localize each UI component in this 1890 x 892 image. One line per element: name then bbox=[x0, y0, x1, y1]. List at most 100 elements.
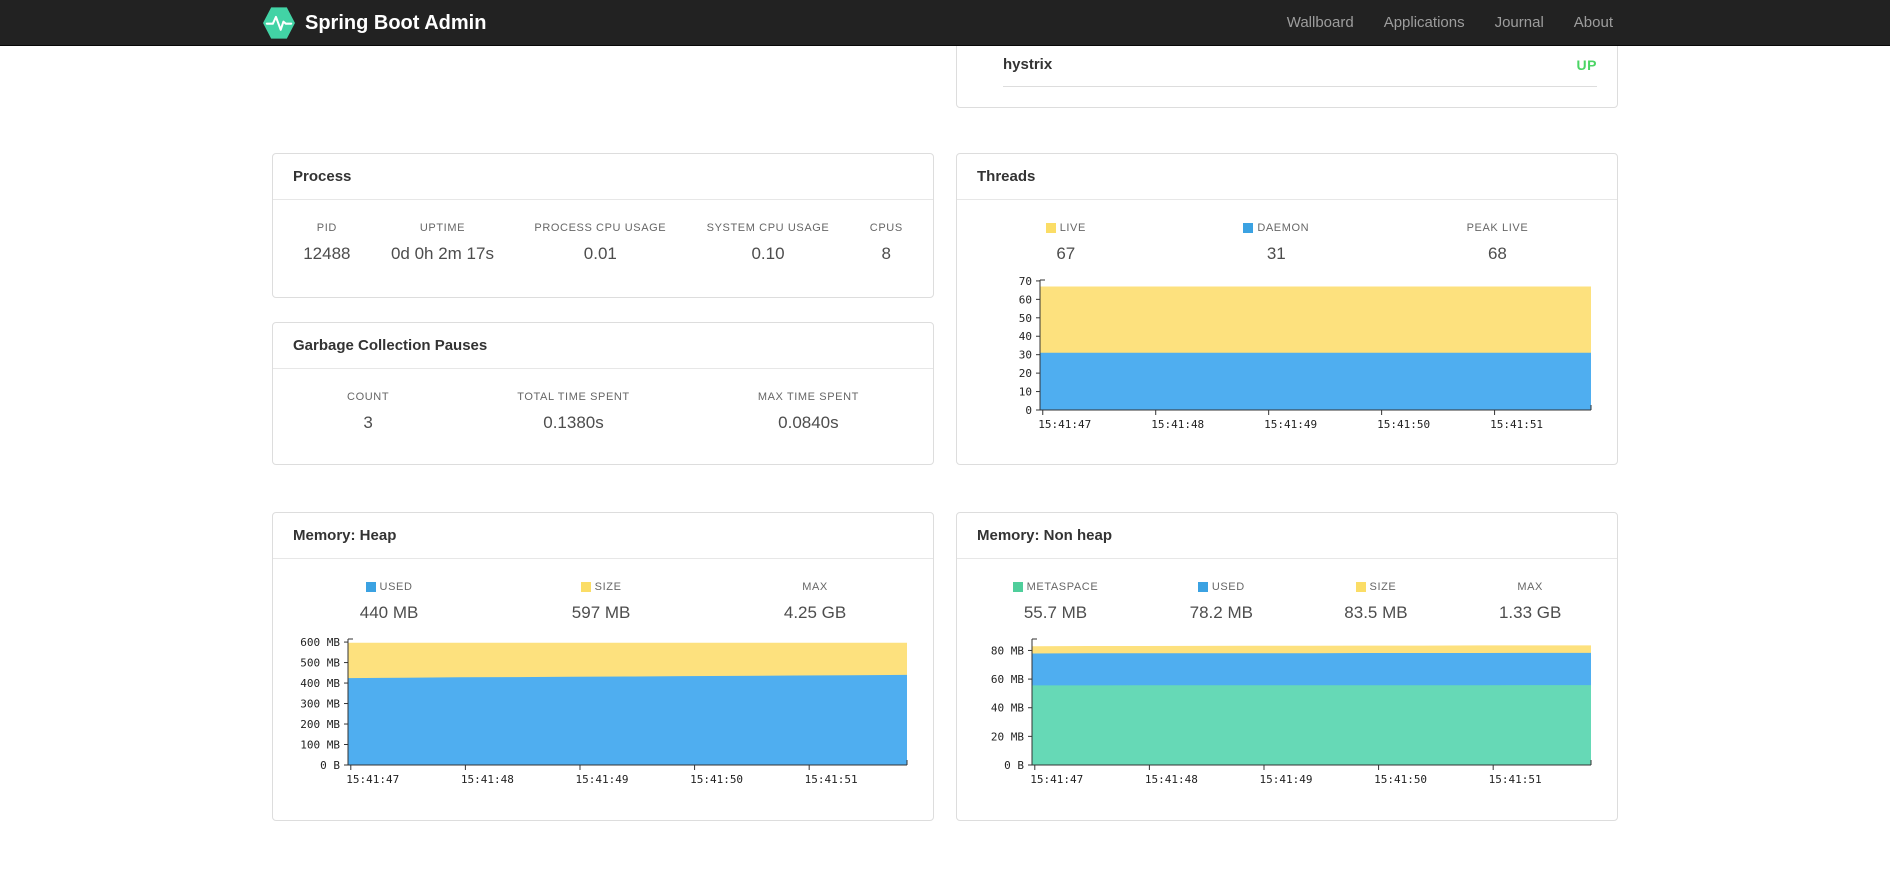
legend-label: USED bbox=[360, 581, 419, 593]
metric-value: 0.0840s bbox=[778, 413, 839, 432]
threads-chart-container: 0 10 20 30 40 50 60 70 15:41:47 15:41:48 15:41:49 1… bbox=[977, 272, 1597, 436]
nav-item-wallboard[interactable]: Wallboard bbox=[1272, 0, 1369, 46]
size-legend-swatch bbox=[580, 582, 591, 592]
svg-text:15:41:49: 15:41:49 bbox=[1259, 773, 1312, 786]
nav-item-applications[interactable]: Applications bbox=[1369, 0, 1480, 46]
threads-card: Threads LIVE 67 DAEMON 31 PEAK LIVE 68 0… bbox=[956, 153, 1618, 465]
metric-value: 0d 0h 2m 17s bbox=[390, 244, 494, 263]
application-name: hystrix bbox=[1003, 56, 1053, 73]
svg-text:70: 70 bbox=[1019, 275, 1032, 288]
svg-text:0 B: 0 B bbox=[320, 759, 340, 772]
legend-item-metaspace: METASPACE 55.7 MB bbox=[1012, 581, 1099, 623]
legend-value: 83.5 MB bbox=[1344, 603, 1408, 622]
brand-title: Spring Boot Admin bbox=[305, 11, 487, 34]
heap-card-title: Memory: Heap bbox=[273, 513, 933, 559]
legend-value: 440 MB bbox=[359, 603, 419, 622]
metric-value: 3 bbox=[363, 413, 373, 432]
legend-label: METASPACE bbox=[1012, 581, 1099, 593]
metric-pid: PID 12488 bbox=[303, 222, 350, 264]
metric-value: 12488 bbox=[303, 244, 351, 263]
live-legend-swatch bbox=[1045, 223, 1056, 233]
legend-value: 67 bbox=[1056, 244, 1076, 263]
svg-text:20 MB: 20 MB bbox=[991, 730, 1024, 743]
left-column: Process PID 12488 UPTIME 0d 0h 2m 17s PR… bbox=[272, 46, 934, 821]
metric-gc-total-time: TOTAL TIME SPENT 0.1380s bbox=[517, 391, 630, 433]
legend-label-text: METASPACE bbox=[1026, 581, 1099, 593]
process-card: Process PID 12488 UPTIME 0d 0h 2m 17s PR… bbox=[272, 153, 934, 298]
legend-value: 1.33 GB bbox=[1498, 603, 1562, 622]
svg-text:300 MB: 300 MB bbox=[300, 698, 340, 711]
svg-text:400 MB: 400 MB bbox=[300, 677, 340, 690]
application-row-hystrix[interactable]: hystrix UP bbox=[1003, 45, 1597, 87]
legend-value: 68 bbox=[1487, 244, 1507, 263]
legend-label-text: USED bbox=[1211, 581, 1245, 593]
size-legend-swatch bbox=[1355, 582, 1366, 592]
gc-metrics: COUNT 3 TOTAL TIME SPENT 0.1380s MAX TIM… bbox=[273, 391, 933, 433]
svg-text:60: 60 bbox=[1019, 293, 1032, 306]
spring-boot-admin-logo-icon bbox=[262, 6, 296, 40]
svg-text:30: 30 bbox=[1019, 349, 1032, 362]
status-badge: UP bbox=[1576, 56, 1597, 73]
threads-card-title: Threads bbox=[957, 154, 1617, 200]
legend-label-text: PEAK LIVE bbox=[1466, 222, 1529, 234]
legend-value: 31 bbox=[1266, 244, 1286, 263]
svg-text:0 B: 0 B bbox=[1004, 759, 1024, 772]
legend-item-used: USED 78.2 MB bbox=[1190, 581, 1253, 623]
legend-item-size: SIZE 83.5 MB bbox=[1344, 581, 1407, 623]
legend-value: 4.25 GB bbox=[783, 603, 847, 622]
svg-text:10: 10 bbox=[1019, 386, 1032, 399]
metric-value: 0.1380s bbox=[543, 413, 604, 432]
metric-label: SYSTEM CPU USAGE bbox=[706, 222, 830, 234]
svg-text:15:41:48: 15:41:48 bbox=[461, 773, 514, 786]
legend-item-size: SIZE 597 MB bbox=[572, 581, 631, 623]
metaspace-legend-swatch bbox=[1012, 582, 1023, 592]
nav-item-journal[interactable]: Journal bbox=[1480, 0, 1559, 46]
legend-item-daemon: DAEMON 31 bbox=[1243, 222, 1309, 264]
metric-system-cpu-usage: SYSTEM CPU USAGE 0.10 bbox=[707, 222, 830, 264]
svg-text:40 MB: 40 MB bbox=[991, 702, 1024, 715]
legend-value: 55.7 MB bbox=[1023, 603, 1088, 622]
svg-text:15:41:49: 15:41:49 bbox=[1264, 418, 1317, 431]
nonheap-legend: METASPACE 55.7 MB USED 78.2 MB SIZE 83.5… bbox=[957, 581, 1617, 623]
svg-text:15:41:51: 15:41:51 bbox=[805, 773, 858, 786]
process-card-title: Process bbox=[273, 154, 933, 200]
brand-link[interactable]: Spring Boot Admin bbox=[262, 6, 486, 40]
nonheap-chart-container: 0 B 20 MB 40 MB 60 MB 80 MB 15:41:47 15:41:48 1… bbox=[977, 631, 1597, 791]
process-metrics: PID 12488 UPTIME 0d 0h 2m 17s PROCESS CP… bbox=[273, 222, 933, 264]
svg-text:500 MB: 500 MB bbox=[300, 657, 340, 670]
legend-item-peak-live: PEAK LIVE 68 bbox=[1467, 222, 1529, 264]
metric-gc-count: COUNT 3 bbox=[347, 391, 389, 433]
legend-label-text: SIZE bbox=[1369, 581, 1397, 593]
legend-label-text: MAX bbox=[1517, 581, 1543, 593]
svg-text:15:41:50: 15:41:50 bbox=[1374, 773, 1427, 786]
metric-label: UPTIME bbox=[419, 222, 466, 234]
metric-label: COUNT bbox=[347, 391, 390, 403]
nav-item-about[interactable]: About bbox=[1559, 0, 1628, 46]
heap-legend: USED 440 MB SIZE 597 MB MAX 4.25 GB bbox=[273, 581, 933, 623]
svg-text:200 MB: 200 MB bbox=[300, 718, 340, 731]
svg-text:0: 0 bbox=[1025, 404, 1032, 417]
svg-text:15:41:50: 15:41:50 bbox=[1377, 418, 1430, 431]
legend-label: PEAK LIVE bbox=[1467, 222, 1529, 234]
metric-label: PROCESS CPU USAGE bbox=[534, 222, 667, 234]
threads-legend: LIVE 67 DAEMON 31 PEAK LIVE 68 bbox=[957, 222, 1617, 264]
legend-label: SIZE bbox=[572, 581, 631, 593]
nonheap-card-title: Memory: Non heap bbox=[957, 513, 1617, 559]
legend-label: SIZE bbox=[1344, 581, 1407, 593]
metric-process-cpu-usage: PROCESS CPU USAGE 0.01 bbox=[534, 222, 666, 264]
metric-label: TOTAL TIME SPENT bbox=[517, 391, 630, 403]
memory-heap-card: Memory: Heap USED 440 MB SIZE 597 MB MAX… bbox=[272, 512, 934, 821]
garbage-collection-card: Garbage Collection Pauses COUNT 3 TOTAL … bbox=[272, 322, 934, 465]
metric-value: 0.01 bbox=[583, 244, 617, 263]
heap-area-chart: 0 B 100 MB 200 MB 300 MB 400 MB 500 MB 600 MB 1… bbox=[300, 636, 908, 786]
legend-label: USED bbox=[1190, 581, 1253, 593]
legend-item-max: MAX 4.25 GB bbox=[784, 581, 846, 623]
metric-label: PID bbox=[316, 222, 337, 234]
content: Process PID 12488 UPTIME 0d 0h 2m 17s PR… bbox=[272, 0, 1618, 821]
svg-text:60 MB: 60 MB bbox=[991, 673, 1024, 686]
svg-text:15:41:51: 15:41:51 bbox=[1489, 773, 1542, 786]
svg-text:15:41:47: 15:41:47 bbox=[1038, 418, 1091, 431]
legend-item-max: MAX 1.33 GB bbox=[1499, 581, 1561, 623]
daemon-legend-swatch bbox=[1243, 223, 1254, 233]
threads-area-chart: 0 10 20 30 40 50 60 70 15:41:47 15:41:48 15:41:49 1… bbox=[1019, 275, 1592, 431]
